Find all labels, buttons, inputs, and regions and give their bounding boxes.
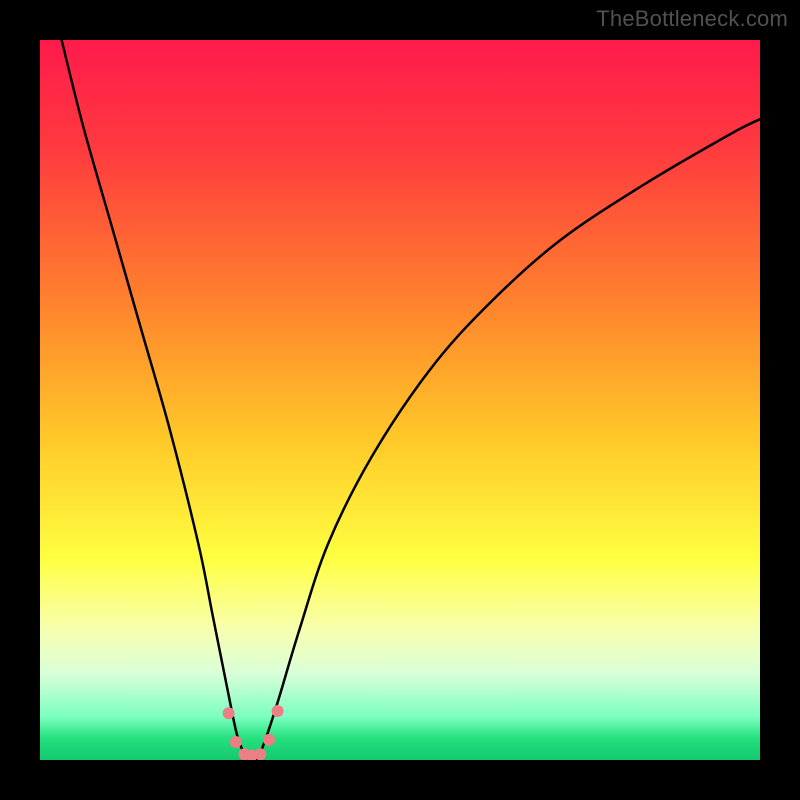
plot-area — [40, 40, 760, 760]
bottleneck-chart — [40, 40, 760, 760]
chart-frame: TheBottleneck.com — [0, 0, 800, 800]
trough-marker — [230, 736, 242, 748]
watermark-label: TheBottleneck.com — [596, 6, 788, 32]
trough-marker — [254, 748, 266, 760]
trough-marker — [263, 734, 275, 746]
trough-marker — [272, 705, 284, 717]
trough-marker — [223, 707, 235, 719]
gradient-background — [40, 40, 760, 760]
